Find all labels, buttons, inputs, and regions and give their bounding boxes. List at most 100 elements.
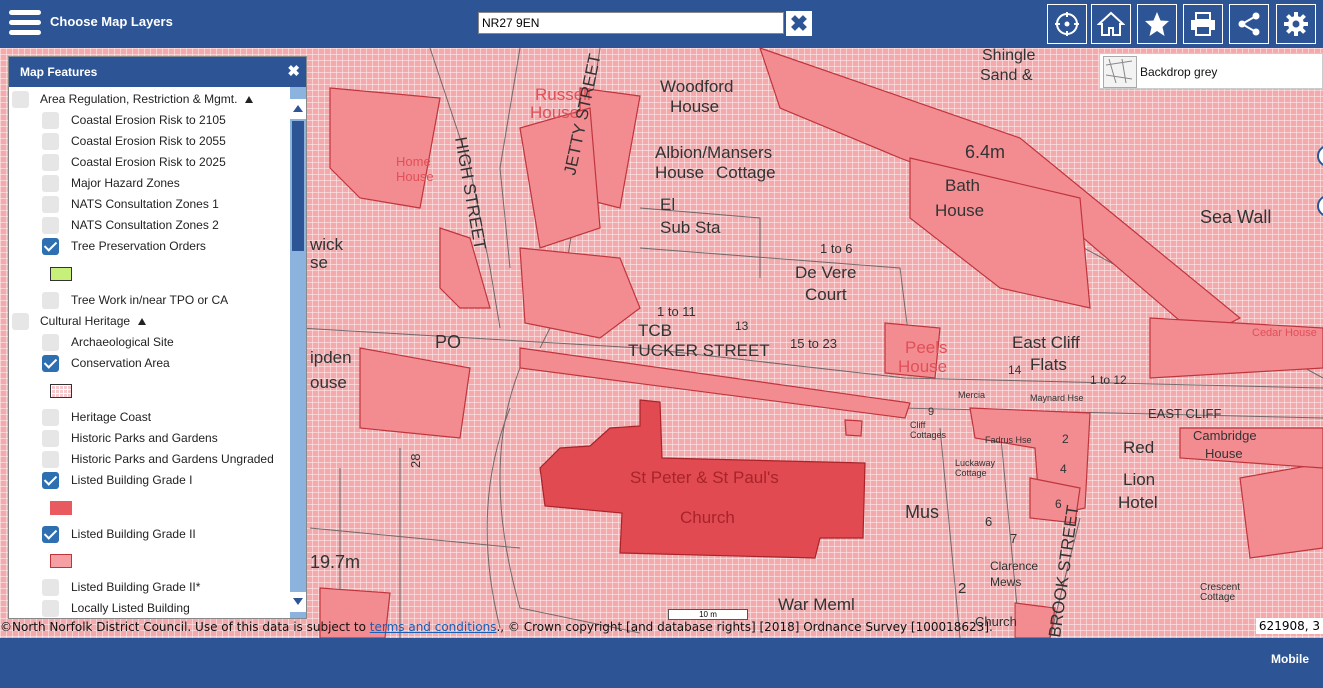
layer-item[interactable]: Listed Building Grade I bbox=[42, 470, 192, 490]
checkbox[interactable] bbox=[42, 429, 59, 447]
svg-text:Mus: Mus bbox=[905, 502, 939, 522]
checkbox[interactable] bbox=[42, 333, 59, 351]
checkbox[interactable] bbox=[42, 174, 59, 192]
layer-label: Major Hazard Zones bbox=[71, 176, 180, 190]
layer-item[interactable]: NATS Consultation Zones 1 bbox=[42, 194, 219, 214]
layer-label: Historic Parks and Gardens Ungraded bbox=[71, 452, 274, 466]
legend-swatch-grade-i bbox=[50, 501, 72, 515]
svg-text:6.4m: 6.4m bbox=[965, 142, 1005, 162]
layer-item[interactable]: Archaeological Site bbox=[42, 332, 174, 352]
checkbox[interactable] bbox=[42, 195, 59, 213]
svg-text:De Vere: De Vere bbox=[795, 263, 856, 282]
collapse-icon[interactable] bbox=[138, 317, 147, 325]
layer-item[interactable]: Historic Parks and Gardens bbox=[42, 428, 218, 448]
panel-scrollbar[interactable] bbox=[290, 87, 306, 618]
checkbox[interactable] bbox=[42, 132, 59, 150]
collapse-icon[interactable] bbox=[245, 95, 254, 103]
locate-icon bbox=[1055, 12, 1079, 36]
checkbox[interactable] bbox=[42, 599, 59, 617]
locate-button[interactable] bbox=[1047, 4, 1087, 44]
layer-label: Coastal Erosion Risk to 2105 bbox=[71, 113, 226, 127]
header-title[interactable]: Choose Map Layers bbox=[50, 14, 173, 29]
close-icon[interactable]: ✖ bbox=[287, 62, 300, 80]
home-icon bbox=[1097, 11, 1125, 36]
layer-item[interactable]: Listed Building Grade II* bbox=[42, 577, 200, 597]
svg-text:Clarence: Clarence bbox=[990, 559, 1038, 573]
home-button[interactable] bbox=[1091, 4, 1131, 44]
svg-text:Shingle: Shingle bbox=[982, 48, 1035, 64]
layer-label: NATS Consultation Zones 2 bbox=[71, 218, 219, 232]
search-clear-button[interactable]: ✖ bbox=[786, 11, 812, 36]
close-icon: ✖ bbox=[789, 11, 809, 36]
svg-text:2: 2 bbox=[958, 580, 966, 597]
checkbox[interactable] bbox=[42, 450, 59, 468]
checkbox[interactable] bbox=[12, 312, 29, 330]
svg-text:Cottages: Cottages bbox=[910, 430, 947, 440]
checkbox[interactable] bbox=[42, 216, 59, 234]
checkbox[interactable] bbox=[42, 291, 59, 309]
backdrop-label: Backdrop grey bbox=[1140, 65, 1218, 79]
layer-group-area-regulation[interactable]: Area Regulation, Restriction & Mgmt. bbox=[12, 89, 254, 109]
layer-item[interactable]: Listed Building Grade II bbox=[42, 524, 196, 544]
layer-item[interactable]: NATS Consultation Zones 2 bbox=[42, 215, 219, 235]
layer-item[interactable]: Coastal Erosion Risk to 2105 bbox=[42, 110, 226, 130]
svg-text:13: 13 bbox=[735, 319, 749, 333]
checkbox[interactable] bbox=[42, 408, 59, 426]
checkbox-checked[interactable] bbox=[42, 525, 59, 543]
layer-item[interactable]: Coastal Erosion Risk to 2055 bbox=[42, 131, 226, 151]
layer-item[interactable]: Coastal Erosion Risk to 2025 bbox=[42, 152, 226, 172]
menu-icon[interactable] bbox=[9, 6, 41, 40]
svg-text:19.7m: 19.7m bbox=[310, 552, 360, 572]
svg-text:Red: Red bbox=[1123, 438, 1154, 457]
svg-text:ipden: ipden bbox=[310, 348, 352, 367]
header-bar: Choose Map Layers ✖ bbox=[0, 0, 1323, 48]
backdrop-selector[interactable]: Backdrop grey bbox=[1099, 53, 1323, 89]
scroll-up-button[interactable] bbox=[290, 99, 306, 119]
checkbox[interactable] bbox=[42, 153, 59, 171]
scroll-thumb[interactable] bbox=[292, 121, 304, 251]
svg-text:Sub Sta: Sub Sta bbox=[660, 218, 721, 237]
svg-text:Maynard Hse: Maynard Hse bbox=[1030, 393, 1084, 403]
svg-text:se: se bbox=[310, 253, 328, 272]
checkbox-checked[interactable] bbox=[42, 237, 59, 255]
svg-text:House: House bbox=[898, 357, 947, 376]
print-button[interactable] bbox=[1183, 4, 1223, 44]
layer-item[interactable]: Conservation Area bbox=[42, 353, 170, 373]
layer-item[interactable]: Major Hazard Zones bbox=[42, 173, 180, 193]
svg-text:Mercia: Mercia bbox=[958, 390, 985, 400]
svg-text:Peels: Peels bbox=[905, 338, 948, 357]
checkbox-checked[interactable] bbox=[42, 471, 59, 489]
checkbox[interactable] bbox=[42, 111, 59, 129]
favourites-button[interactable] bbox=[1137, 4, 1177, 44]
svg-text:Albion/Mansers: Albion/Mansers bbox=[655, 143, 772, 162]
layer-group-cultural-heritage[interactable]: Cultural Heritage bbox=[12, 311, 147, 331]
mobile-link[interactable]: Mobile bbox=[1271, 652, 1309, 666]
svg-text:Cottage: Cottage bbox=[716, 163, 776, 182]
terms-link[interactable]: terms and conditions bbox=[370, 620, 497, 634]
scroll-down-button[interactable] bbox=[290, 592, 306, 612]
svg-text:War Meml: War Meml bbox=[778, 595, 855, 614]
share-button[interactable] bbox=[1229, 4, 1269, 44]
svg-text:PO: PO bbox=[435, 332, 461, 352]
checkbox[interactable] bbox=[12, 90, 29, 108]
layer-item[interactable]: Heritage Coast bbox=[42, 407, 151, 427]
checkbox-checked[interactable] bbox=[42, 354, 59, 372]
checkbox[interactable] bbox=[42, 578, 59, 596]
layer-item[interactable]: Tree Preservation Orders bbox=[42, 236, 206, 256]
search-input[interactable] bbox=[478, 12, 784, 34]
layer-label: Heritage Coast bbox=[71, 410, 152, 424]
panel-title: Map Features bbox=[20, 65, 98, 79]
chevron-up-icon bbox=[293, 105, 303, 112]
legend-swatch-tpo bbox=[50, 267, 72, 281]
svg-text:Bath: Bath bbox=[945, 176, 980, 195]
settings-button[interactable] bbox=[1276, 4, 1316, 44]
svg-text:St Peter & St Paul's: St Peter & St Paul's bbox=[630, 468, 779, 487]
layer-item[interactable]: Locally Listed Building bbox=[42, 598, 190, 618]
layer-item[interactable]: Tree Work in/near TPO or CA bbox=[42, 290, 228, 310]
svg-text:ouse: ouse bbox=[310, 373, 347, 392]
svg-text:9: 9 bbox=[928, 406, 934, 418]
coordinate-readout: 621908, 3 bbox=[1255, 618, 1323, 634]
layer-item[interactable]: Historic Parks and Gardens Ungraded bbox=[42, 449, 274, 469]
layer-label: NATS Consultation Zones 1 bbox=[71, 197, 219, 211]
scale-bar: 10 m bbox=[668, 609, 748, 620]
